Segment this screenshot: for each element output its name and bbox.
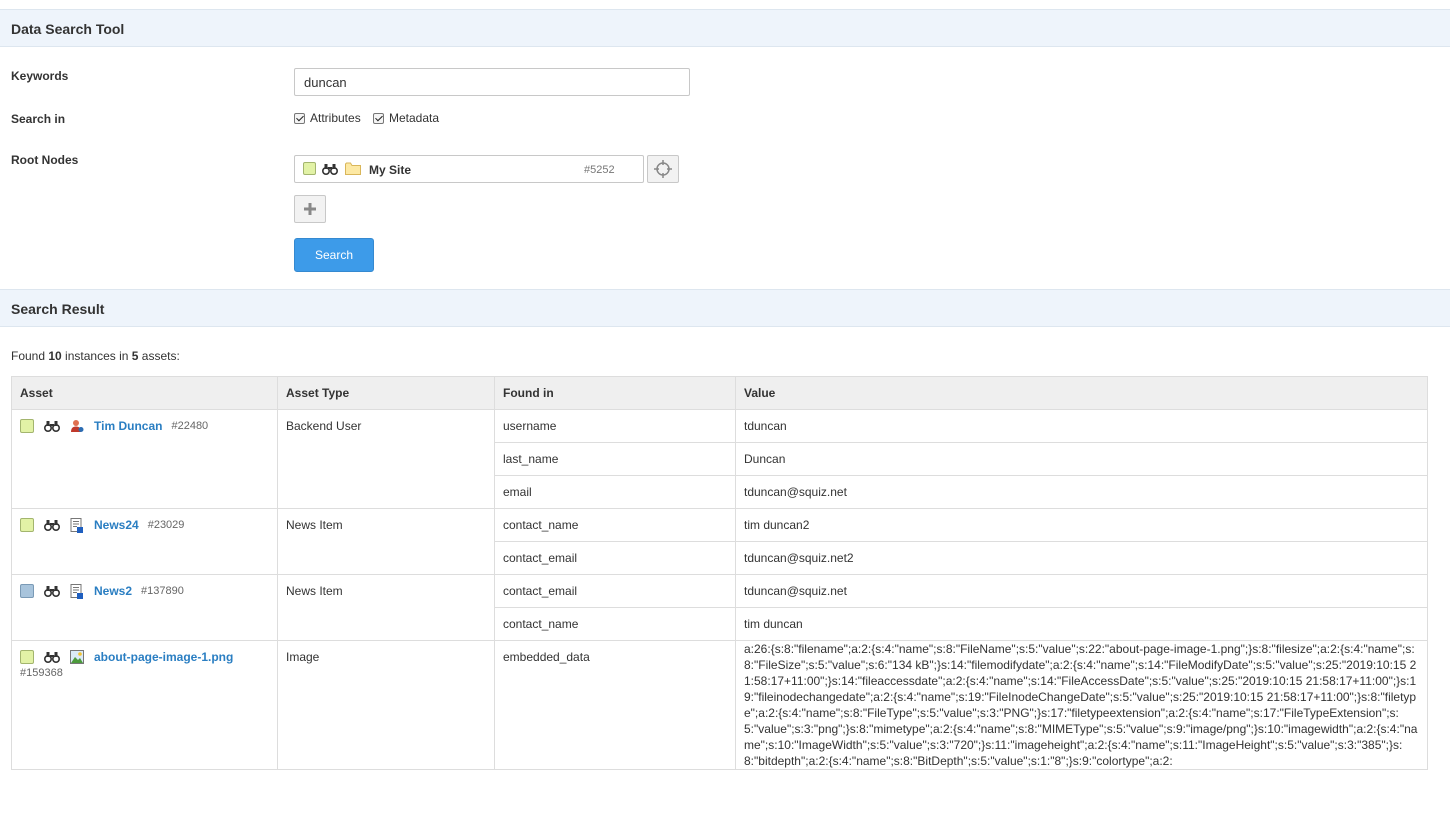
value-cell: a:26:{s:8:"filename";a:2:{s:4:"name";s:8… bbox=[735, 640, 1428, 770]
news-item-icon bbox=[70, 583, 83, 599]
asset-type-cell: Backend User bbox=[277, 409, 495, 509]
value-cell: tim duncan bbox=[735, 607, 1428, 641]
table-row: about-page-image-1.png #159368 Image emb… bbox=[11, 640, 1428, 770]
status-indicator bbox=[20, 650, 34, 664]
value-cell: tduncan@squiz.net bbox=[735, 475, 1428, 509]
table-row: News24 #23029 News Item contact_name tim… bbox=[11, 508, 1428, 575]
keywords-label: Keywords bbox=[11, 69, 69, 83]
column-header-value: Value bbox=[735, 376, 1428, 410]
root-node-name: My Site bbox=[369, 163, 412, 177]
asset-id: #159368 bbox=[20, 667, 63, 679]
table-row: News2 #137890 News Item contact_email td… bbox=[11, 574, 1428, 641]
column-header-asset-type: Asset Type bbox=[277, 376, 495, 410]
asset-cell: News2 #137890 bbox=[11, 574, 278, 641]
data-search-tool-header: Data Search Tool bbox=[0, 9, 1450, 47]
column-header-found-in: Found in bbox=[494, 376, 736, 410]
binoculars-icon[interactable] bbox=[44, 420, 60, 432]
search-button[interactable]: Search bbox=[294, 238, 374, 272]
results-summary: Found 10 instances in 5 assets: bbox=[11, 349, 180, 363]
value-cell: Duncan bbox=[735, 442, 1428, 476]
status-indicator bbox=[20, 419, 34, 433]
attributes-checkbox[interactable] bbox=[294, 112, 305, 124]
asset-cell: News24 #23029 bbox=[11, 508, 278, 575]
asset-type-cell: News Item bbox=[277, 508, 495, 575]
metadata-checkbox-wrap[interactable]: Metadata bbox=[373, 111, 439, 125]
found-in-cell: username bbox=[494, 409, 736, 443]
status-indicator bbox=[20, 584, 34, 598]
found-in-cell: contact_name bbox=[494, 508, 736, 542]
results-table: Asset Asset Type Found in Value Tim Dunc… bbox=[11, 376, 1428, 770]
value-cell: tduncan@squiz.net bbox=[735, 574, 1428, 608]
binoculars-icon[interactable] bbox=[44, 651, 60, 663]
status-indicator bbox=[20, 518, 34, 532]
asset-id: #137890 bbox=[141, 585, 184, 597]
value-cell: tduncan@squiz.net2 bbox=[735, 541, 1428, 575]
status-indicator bbox=[303, 162, 316, 175]
instances-count: 10 bbox=[48, 349, 62, 363]
asset-cell: Tim Duncan #22480 bbox=[11, 409, 278, 509]
asset-id: #22480 bbox=[171, 420, 209, 432]
binoculars-icon[interactable] bbox=[322, 163, 338, 175]
table-row: Tim Duncan #22480 Backend User username … bbox=[11, 409, 1428, 509]
metadata-checkbox-label[interactable]: Metadata bbox=[389, 111, 439, 125]
column-header-asset: Asset bbox=[11, 376, 278, 410]
add-root-node-button[interactable] bbox=[294, 195, 326, 223]
plus-icon bbox=[304, 203, 316, 215]
found-in-cell: contact_email bbox=[494, 541, 736, 575]
user-icon bbox=[71, 420, 84, 432]
root-nodes-label: Root Nodes bbox=[11, 153, 79, 167]
value-cell: tduncan bbox=[735, 409, 1428, 443]
crosshair-icon bbox=[654, 160, 672, 178]
root-node-id: #5252 bbox=[584, 164, 615, 176]
metadata-checkbox[interactable] bbox=[373, 112, 384, 124]
attributes-checkbox-wrap[interactable]: Attributes bbox=[294, 111, 361, 125]
found-in-cell: contact_email bbox=[494, 574, 736, 608]
search-result-header: Search Result bbox=[0, 289, 1450, 327]
table-header-row: Asset Asset Type Found in Value bbox=[11, 376, 1428, 410]
found-in-cell: contact_name bbox=[494, 607, 736, 641]
found-in-cell: email bbox=[494, 475, 736, 509]
found-in-cell: last_name bbox=[494, 442, 736, 476]
asset-type-cell: Image bbox=[277, 640, 495, 770]
asset-link[interactable]: News24 bbox=[94, 518, 139, 532]
asset-link[interactable]: about-page-image-1.png bbox=[94, 650, 233, 664]
binoculars-icon[interactable] bbox=[44, 519, 60, 531]
asset-type-cell: News Item bbox=[277, 574, 495, 641]
asset-link[interactable]: News2 bbox=[94, 584, 132, 598]
asset-link[interactable]: Tim Duncan bbox=[94, 419, 162, 433]
attributes-checkbox-label[interactable]: Attributes bbox=[310, 111, 361, 125]
news-item-icon bbox=[70, 517, 83, 533]
binoculars-icon[interactable] bbox=[44, 585, 60, 597]
folder-icon bbox=[345, 162, 361, 175]
asset-cell: about-page-image-1.png #159368 bbox=[11, 640, 278, 770]
asset-id: #23029 bbox=[147, 519, 185, 531]
found-in-cell: embedded_data bbox=[494, 640, 736, 770]
value-cell: tim duncan2 bbox=[735, 508, 1428, 542]
search-result-title: Search Result bbox=[11, 301, 105, 317]
pick-asset-button[interactable] bbox=[647, 155, 679, 183]
search-in-label: Search in bbox=[11, 112, 66, 126]
keywords-input[interactable] bbox=[294, 68, 690, 96]
page-title: Data Search Tool bbox=[11, 21, 125, 37]
image-icon bbox=[70, 650, 84, 664]
root-node-field[interactable]: My Site #5252 bbox=[294, 155, 644, 183]
